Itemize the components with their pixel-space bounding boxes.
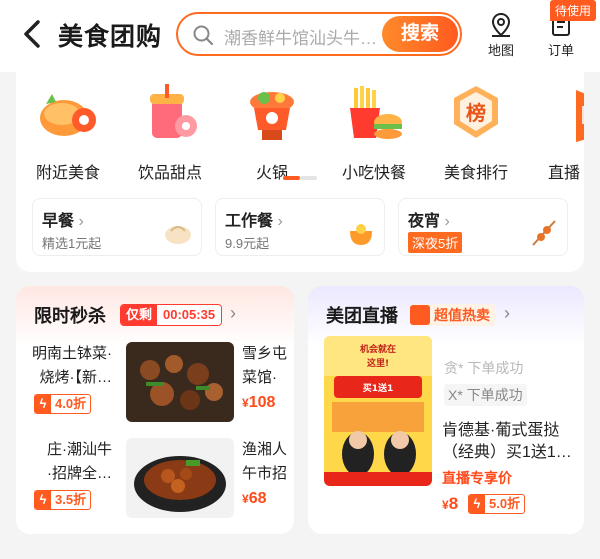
live-feed-item: X* 下单成功 <box>444 384 527 406</box>
hotpot-icon <box>250 92 294 140</box>
meal-title: 早餐 › <box>42 213 84 230</box>
search-input[interactable]: 潮香鲜牛馆汕头牛… <box>224 24 384 49</box>
flash-sale-card[interactable]: 限时秒杀 仅剩 00:05:35 › 明南土钵菜· 烧烤·【新… ϟ 4.0折 雪… <box>16 286 294 534</box>
back-arrow-icon[interactable] <box>18 18 48 50</box>
drink-dessert-icon <box>150 84 197 138</box>
deal-name-line: 烧烤·【新… <box>39 369 113 386</box>
svg-text:榜: 榜 <box>466 101 486 125</box>
deal-photo[interactable] <box>126 438 234 518</box>
search-button[interactable]: 搜索 <box>382 16 458 52</box>
meal-lunch[interactable]: 工作餐 › 9.9元起 <box>215 198 385 256</box>
hot-sale-badge: 超值热卖 <box>410 304 496 326</box>
svg-text:机会就在: 机会就在 <box>360 343 396 355</box>
search-bar[interactable]: 潮香鲜牛馆汕头牛… 搜索 <box>176 12 462 56</box>
shop-name-line: 午市招 <box>242 465 288 482</box>
meal-subtitle: 深夜5折 <box>408 232 463 253</box>
countdown-timer: 00:05:35 <box>157 305 222 325</box>
svg-text:买1送1: 买1送1 <box>363 382 394 394</box>
price: ¥68 <box>242 490 267 507</box>
discount-tag: ϟ 4.0折 <box>34 394 92 414</box>
price: ¥108 <box>242 394 276 411</box>
orange-bowl-icon <box>350 224 372 245</box>
orders-badge: 待使用 <box>550 0 597 21</box>
roast-chicken-icon <box>40 94 96 136</box>
meal-title: 夜宵 › <box>408 213 450 230</box>
meal-night[interactable]: 夜宵 › 深夜5折 <box>398 198 568 256</box>
category-panel: 附近美食 饮品甜点 火锅 小吃快餐 榜 美食排行 直播 早餐 › 精选1元起 工… <box>16 66 584 272</box>
shop-name-line: 雪乡屯 <box>242 345 288 362</box>
shop-name-line: 菜馆· <box>242 369 277 386</box>
category-label: 美食排行 <box>443 165 508 182</box>
lightning-icon: ϟ <box>35 395 51 413</box>
discount-tag: ϟ 3.5折 <box>34 490 92 510</box>
category-label: 附近美食 <box>35 165 100 182</box>
deal-name-line: 明南土钵菜· <box>32 345 112 362</box>
live-poster[interactable]: 机会就在 这里! 买1送1 <box>324 336 432 486</box>
deal-photo[interactable] <box>126 342 234 422</box>
svg-text:这里!: 这里! <box>367 357 389 369</box>
chart-bars-icon <box>410 305 430 325</box>
countdown-label: 仅剩 <box>121 305 158 325</box>
live-feed-item: 贪* 下单成功 <box>444 360 524 376</box>
carousel-dot-active <box>283 176 300 180</box>
skewer-icon <box>532 220 556 246</box>
search-icon <box>193 25 214 46</box>
live-title: 美团直播 <box>326 306 398 326</box>
category-label: 小吃快餐 <box>341 165 406 182</box>
deal-name-line: 庄·潮汕牛 <box>47 441 112 458</box>
countdown-badge: 仅剩 00:05:35 <box>120 304 223 326</box>
page-title: 美食团购 <box>58 23 163 51</box>
category-snacks[interactable]: 小吃快餐 <box>326 82 422 183</box>
meal-breakfast[interactable]: 早餐 › 精选1元起 <box>32 198 202 256</box>
fries-burger-icon <box>350 86 402 139</box>
category-label: 直播 <box>548 165 581 182</box>
price: ¥8 <box>442 494 459 513</box>
deal-name-line: ·招牌全… <box>47 465 112 482</box>
category-label: 饮品甜点 <box>137 165 202 182</box>
chevron-right-icon[interactable]: › <box>504 303 510 324</box>
category-live[interactable]: 直播 <box>530 82 584 183</box>
meal-subtitle: 精选1元起 <box>42 236 102 251</box>
category-nearby[interactable]: 附近美食 <box>20 82 116 183</box>
live-icon <box>576 90 584 142</box>
carousel-dot <box>300 176 317 180</box>
discount-tag: ϟ 5.0折 <box>468 494 526 514</box>
lightning-icon: ϟ <box>35 491 51 509</box>
orders-label: 订单 <box>547 43 574 58</box>
live-card[interactable]: 美团直播 超值热卖 › 机会就在 这里! 买1送1 贪* 下单成功 X* 下单成… <box>308 286 584 534</box>
live-price-tag: 直播专享价 <box>442 470 512 486</box>
shop-name-line: 渔湘人 <box>242 441 288 458</box>
map-button[interactable]: 地图 <box>476 12 526 59</box>
category-ranking[interactable]: 榜 美食排行 <box>428 82 524 183</box>
meal-title: 工作餐 › <box>225 213 283 230</box>
meal-subtitle: 9.9元起 <box>225 236 270 251</box>
map-label: 地图 <box>487 43 514 58</box>
flash-sale-title: 限时秒杀 <box>34 306 106 326</box>
category-drinks[interactable]: 饮品甜点 <box>122 82 218 183</box>
live-product-name: 肯德基·葡式蛋挞（经典）买1送1… <box>442 422 572 461</box>
lightning-icon: ϟ <box>469 495 485 513</box>
category-hotpot[interactable]: 火锅 <box>224 82 320 183</box>
chevron-right-icon[interactable]: › <box>230 303 236 324</box>
top-bar: 美食团购 潮香鲜牛馆汕头牛… 搜索 地图 订单 待使用 <box>0 0 600 72</box>
carousel-indicator <box>283 176 317 180</box>
map-pin-icon <box>491 12 511 37</box>
ranking-medal-icon: 榜 <box>454 86 498 138</box>
bun-icon <box>165 226 191 244</box>
